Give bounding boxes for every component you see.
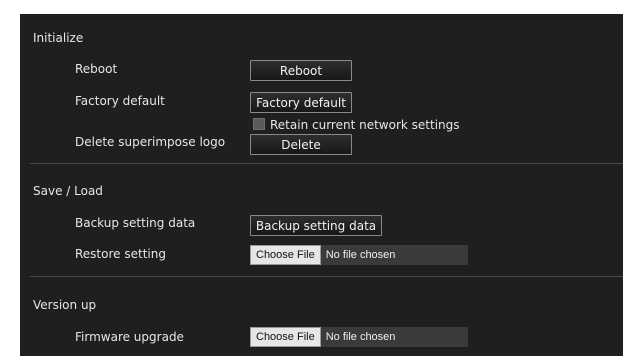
backup-label: Backup setting data (75, 216, 196, 230)
retain-network-checkbox[interactable] (253, 118, 265, 130)
retain-network-label: Retain current network settings (270, 118, 460, 132)
restore-file-status: No file chosen (325, 249, 396, 261)
firmware-choose-file-button[interactable]: Choose File (250, 327, 321, 347)
reboot-label: Reboot (75, 62, 118, 76)
settings-panel: Initialize Reboot Reboot Factory default… (20, 14, 623, 356)
factory-default-button[interactable]: Factory default (250, 92, 352, 113)
factory-default-label: Factory default (75, 94, 165, 108)
delete-logo-label: Delete superimpose logo (75, 135, 226, 149)
backup-button[interactable]: Backup setting data (250, 215, 382, 236)
section-title-initialize: Initialize (33, 31, 84, 45)
delete-button[interactable]: Delete (250, 134, 352, 155)
firmware-file-input[interactable]: Choose File No file chosen (250, 327, 468, 347)
section-title-version-up: Version up (33, 298, 97, 312)
restore-file-input[interactable]: Choose File No file chosen (250, 245, 468, 265)
reboot-button[interactable]: Reboot (250, 60, 352, 81)
section-divider (30, 276, 623, 277)
restore-choose-file-button[interactable]: Choose File (250, 245, 321, 265)
firmware-label: Firmware upgrade (75, 330, 184, 344)
section-divider (30, 163, 623, 164)
section-title-save-load: Save / Load (33, 184, 103, 198)
firmware-file-status: No file chosen (325, 331, 396, 343)
restore-label: Restore setting (75, 247, 166, 261)
